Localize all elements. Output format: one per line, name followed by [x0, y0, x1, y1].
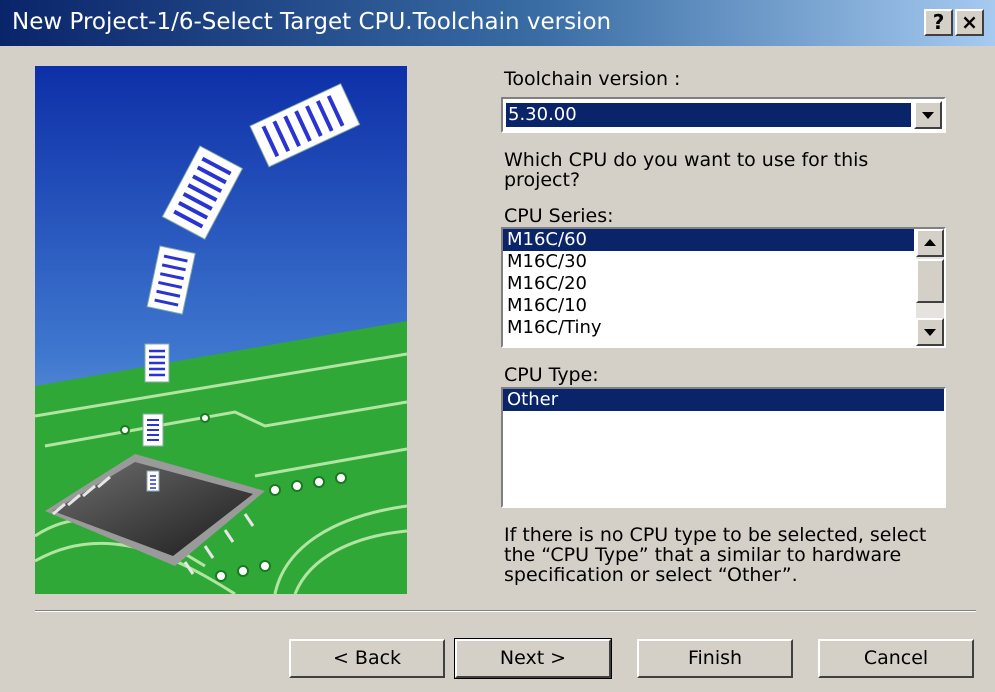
chevron-up-icon: [924, 239, 936, 246]
wizard-illustration: [35, 66, 407, 594]
toolchain-version-label: Toolchain version :: [504, 68, 681, 90]
cpu-series-list[interactable]: M16C/60 M16C/30 M16C/20 M16C/10 M16C/Tin…: [501, 227, 946, 348]
scroll-thumb[interactable]: [916, 259, 944, 303]
cpu-series-scrollbar[interactable]: [916, 229, 944, 346]
cancel-button[interactable]: Cancel: [818, 639, 974, 678]
cpu-series-item[interactable]: M16C/30: [503, 251, 914, 273]
finish-button[interactable]: Finish: [637, 639, 793, 678]
window-title: New Project-1/6-Select Target CPU.Toolch…: [12, 9, 612, 35]
chevron-down-icon: [924, 329, 936, 336]
separator: [35, 610, 976, 612]
scroll-up-button[interactable]: [916, 229, 944, 257]
wizard-illustration-graphic: [35, 66, 407, 594]
cpu-question-text: Which CPU do you want to use for this pr…: [504, 149, 869, 191]
cpu-series-label: CPU Series:: [504, 205, 614, 227]
cpu-type-hint: If there is no CPU type to be selected, …: [504, 524, 927, 586]
cpu-series-item[interactable]: M16C/20: [503, 273, 914, 295]
back-button[interactable]: < Back: [289, 639, 445, 678]
chevron-down-icon: [922, 112, 934, 119]
cpu-series-items: M16C/60 M16C/30 M16C/20 M16C/10 M16C/Tin…: [503, 229, 914, 339]
dropdown-button[interactable]: [914, 101, 942, 129]
scroll-down-button[interactable]: [916, 318, 944, 346]
cpu-type-item[interactable]: Other: [503, 389, 944, 411]
toolchain-version-select[interactable]: 5.30.00: [501, 97, 946, 133]
toolchain-version-value: 5.30.00: [506, 103, 911, 127]
next-button[interactable]: Next >: [454, 638, 612, 679]
cpu-series-item[interactable]: M16C/Tiny: [503, 317, 914, 339]
cpu-type-list[interactable]: Other: [501, 387, 946, 508]
help-button[interactable]: ?: [924, 9, 953, 36]
cpu-series-item[interactable]: M16C/60: [503, 229, 914, 251]
title-bar[interactable]: New Project-1/6-Select Target CPU.Toolch…: [0, 0, 995, 46]
close-button[interactable]: ×: [955, 9, 984, 36]
cpu-type-label: CPU Type:: [504, 364, 599, 386]
cpu-series-item[interactable]: M16C/10: [503, 295, 914, 317]
new-project-dialog: New Project-1/6-Select Target CPU.Toolch…: [0, 0, 995, 692]
